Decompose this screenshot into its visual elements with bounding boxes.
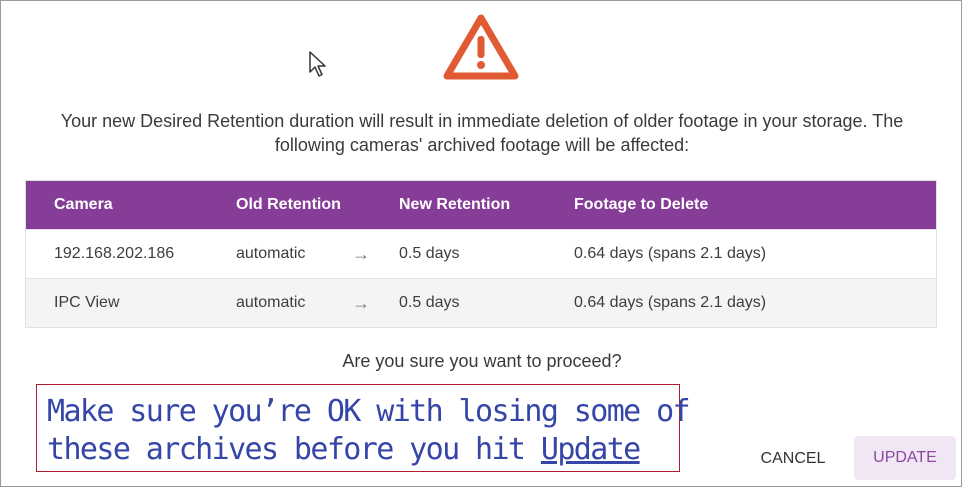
annotation-callout: Make sure you’re OK with losing some of … — [36, 384, 691, 472]
update-button[interactable]: UPDATE — [854, 436, 956, 480]
callout-line2: these archives before you hit Update — [47, 431, 669, 469]
arrow-right-icon: → — [352, 292, 370, 313]
header-old-retention: Old Retention — [236, 196, 341, 213]
table-row: 192.168.202.186 automatic → 0.5 days 0.6… — [26, 229, 936, 278]
cell-old-retention: automatic → — [236, 293, 399, 314]
warning-message-line1: Your new Desired Retention duration will… — [60, 111, 904, 131]
affected-cameras-table: Camera Old Retention New Retention Foota… — [25, 180, 937, 328]
cell-new-retention: 0.5 days — [399, 294, 460, 311]
confirmation-dialog: Your new Desired Retention duration will… — [0, 0, 962, 487]
callout-line1: Make sure you’re OK with losing some of — [47, 394, 691, 429]
cell-camera: 192.168.202.186 — [54, 245, 175, 262]
header-new-retention: New Retention — [399, 196, 511, 213]
header-camera: Camera — [54, 196, 113, 213]
cell-new-retention: 0.5 days — [399, 245, 460, 262]
cell-camera: IPC View — [54, 294, 120, 311]
old-retention-value: automatic — [236, 245, 306, 262]
table-header: Camera Old Retention New Retention Foota… — [26, 181, 936, 229]
callout-line2-text: these archives before you hit — [47, 432, 541, 467]
callout-update-link: Update — [540, 432, 641, 467]
warning-triangle-icon — [443, 14, 519, 80]
warning-message-line2: following cameras' archived footage will… — [274, 135, 690, 155]
cell-footage-to-delete: 0.64 days (spans 2.1 days) — [574, 245, 767, 262]
table-row: IPC View automatic → 0.5 days 0.64 days … — [26, 278, 936, 327]
cell-old-retention: automatic → — [236, 244, 399, 265]
old-retention-value: automatic — [236, 294, 306, 311]
cell-footage-to-delete: 0.64 days (spans 2.1 days) — [574, 294, 767, 311]
cancel-button[interactable]: CANCEL — [746, 439, 840, 479]
arrow-right-icon: → — [352, 243, 370, 264]
mouse-pointer-icon — [309, 51, 326, 77]
proceed-question: Are you sure you want to proceed? — [342, 351, 622, 371]
warning-message: Your new Desired Retention duration will… — [21, 109, 943, 157]
header-footage-to-delete: Footage to Delete — [574, 196, 709, 213]
